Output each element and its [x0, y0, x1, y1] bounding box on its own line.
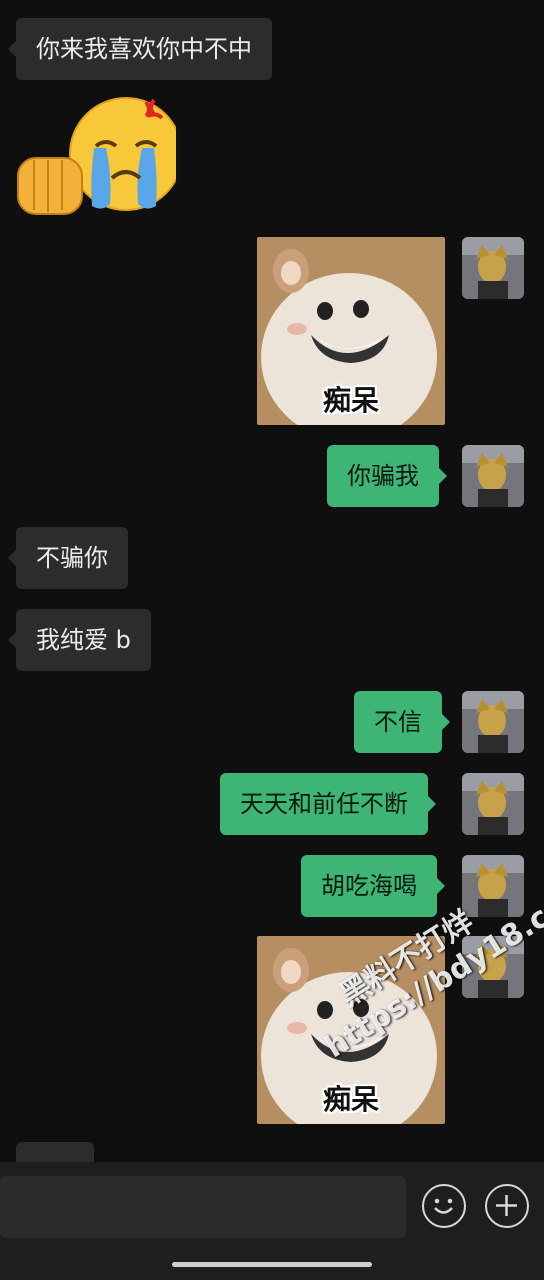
avatar[interactable] — [462, 445, 524, 507]
crying-angry-fist-emoji[interactable] — [14, 96, 183, 220]
avatar-image — [462, 237, 524, 299]
sticker-caption: 痴呆 — [322, 384, 379, 417]
message-bubble-outgoing[interactable]: 胡吃海喝 — [301, 855, 445, 917]
avatar[interactable] — [462, 773, 524, 835]
hamster-meme-sticker[interactable]: 痴呆 — [257, 237, 445, 425]
message-bubble-incoming-partial[interactable] — [16, 1142, 94, 1162]
message-bubble-outgoing[interactable]: 你骗我 — [327, 445, 447, 507]
smiley-icon[interactable] — [422, 1184, 466, 1228]
message-bubble-outgoing[interactable]: 天天和前任不断 — [220, 773, 436, 835]
avatar-image — [462, 445, 524, 507]
avatar[interactable] — [462, 691, 524, 753]
avatar-image — [462, 855, 524, 917]
avatar-image — [462, 691, 524, 753]
smiley-icon-glyph — [434, 1198, 453, 1214]
message-bubble-incoming[interactable]: 不骗你 — [8, 527, 128, 589]
avatar-image — [462, 773, 524, 835]
plus-icon-glyph — [496, 1195, 517, 1216]
avatar[interactable] — [462, 855, 524, 917]
home-indicator — [172, 1262, 372, 1267]
avatar-image — [462, 936, 524, 998]
message-bubble-incoming[interactable]: 你来我喜欢你中不中 — [8, 18, 272, 80]
avatar[interactable] — [462, 237, 524, 299]
message-input[interactable] — [0, 1176, 406, 1238]
plus-icon[interactable] — [485, 1184, 529, 1228]
message-bubble-outgoing[interactable]: 不信 — [354, 691, 450, 753]
sticker-caption: 痴呆 — [322, 1083, 379, 1116]
emoji-sticker-image — [17, 97, 183, 215]
avatar[interactable] — [462, 936, 524, 998]
chat-messages[interactable]: 你来我喜欢你中不中 痴呆 你骗我 不骗你 我纯爱 b 不信 天天和前任不断 胡吃… — [0, 0, 544, 1162]
message-bubble-incoming[interactable]: 我纯爱 b — [8, 609, 151, 671]
hamster-meme-sticker[interactable]: 痴呆 — [257, 936, 445, 1124]
